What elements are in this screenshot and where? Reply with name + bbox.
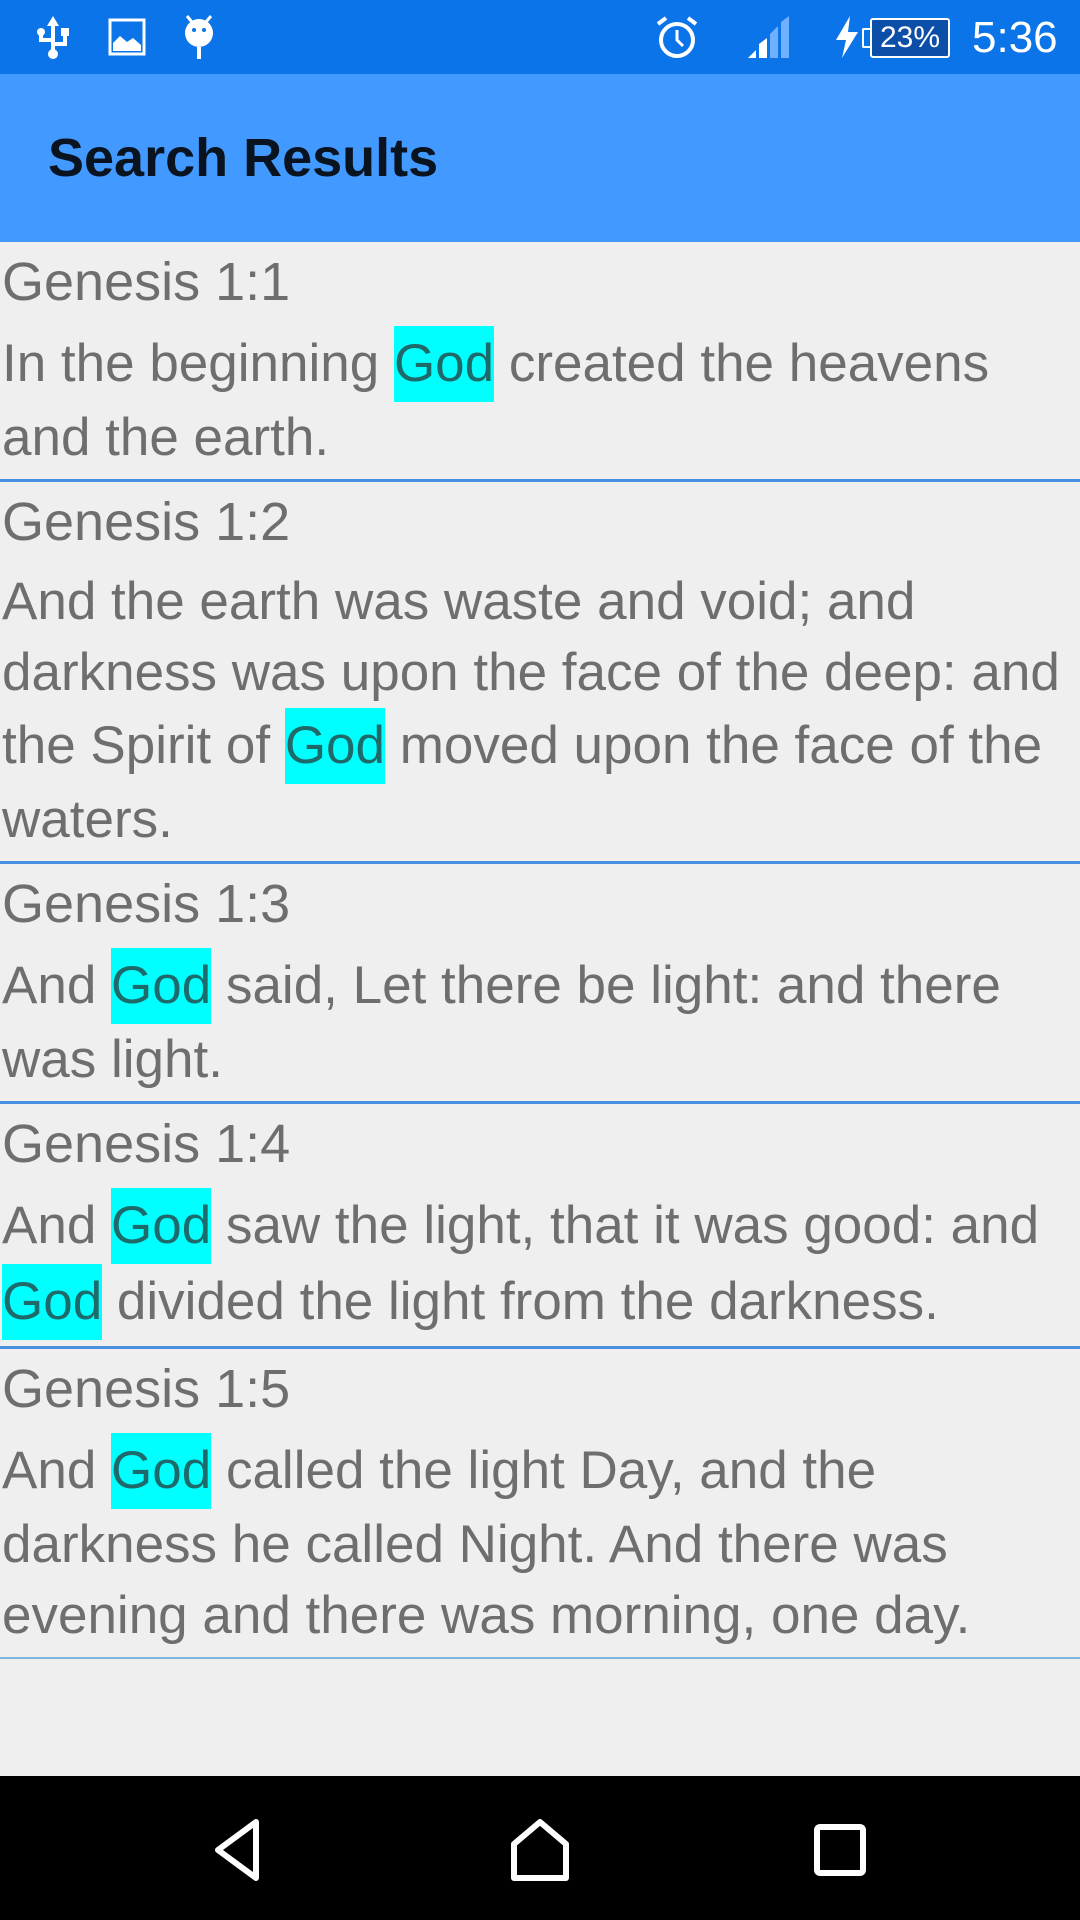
- status-bar: 23% 5:36: [0, 0, 1080, 74]
- verse-text: In the beginning God created the heavens…: [0, 314, 1080, 473]
- search-results-list[interactable]: Genesis 1:1 In the beginning God created…: [0, 242, 1080, 1776]
- verse-text: And God called the light Day, and the da…: [0, 1421, 1080, 1651]
- battery-indicator: 23%: [870, 18, 950, 58]
- verse-segment: And: [2, 1196, 112, 1255]
- verse-reference: Genesis 1:2: [2, 492, 291, 552]
- search-highlight: God: [111, 1188, 212, 1264]
- verse-reference: Genesis 1:3: [2, 874, 291, 934]
- alarm-icon: [652, 14, 702, 60]
- page-title: Search Results: [48, 128, 439, 188]
- back-button[interactable]: [200, 1810, 280, 1890]
- verse-text: And God saw the light, that it was good:…: [0, 1176, 1080, 1340]
- result-item[interactable]: Genesis 1:5 And God called the light Day…: [0, 1349, 1080, 1659]
- search-highlight: God: [111, 948, 212, 1024]
- verse-text: And the earth was waste and void; and da…: [0, 554, 1080, 855]
- charging-icon: [832, 14, 862, 60]
- result-item[interactable]: Genesis 1:3 And God said, Let there be l…: [0, 864, 1080, 1104]
- verse-segment: divided the light from the darkness.: [102, 1272, 939, 1331]
- verse-segment: saw the light, that it was good: and: [211, 1196, 1040, 1255]
- clock: 5:36: [972, 13, 1058, 62]
- image-icon: [104, 14, 150, 60]
- navigation-bar: [0, 1776, 1080, 1920]
- verse-segment: And: [2, 1441, 112, 1500]
- search-highlight: God: [284, 708, 385, 784]
- android-debug-icon: [176, 14, 222, 60]
- verse-reference: Genesis 1:5: [2, 1359, 291, 1419]
- verse-text: And God said, Let there be light: and th…: [0, 936, 1080, 1095]
- verse-segment: And: [2, 956, 112, 1015]
- usb-icon: [30, 14, 76, 60]
- home-button[interactable]: [500, 1810, 580, 1890]
- battery-terminal: [862, 28, 870, 48]
- recents-button[interactable]: [800, 1810, 880, 1890]
- verse-reference: Genesis 1:4: [2, 1114, 291, 1174]
- app-bar: Search Results: [0, 74, 1080, 242]
- result-item[interactable]: Genesis 1:2 And the earth was waste and …: [0, 482, 1080, 864]
- verse-segment: In the beginning: [2, 334, 394, 393]
- recents-icon: [814, 1824, 866, 1876]
- search-highlight: God: [111, 1433, 212, 1509]
- signal-icon: [744, 14, 794, 60]
- verse-reference: Genesis 1:1: [2, 252, 291, 312]
- search-highlight: God: [393, 326, 495, 402]
- back-icon: [215, 1819, 259, 1881]
- result-item[interactable]: Genesis 1:4 And God saw the light, that …: [0, 1104, 1080, 1349]
- home-icon: [511, 1819, 569, 1881]
- result-item[interactable]: Genesis 1:1 In the beginning God created…: [0, 242, 1080, 482]
- search-highlight: God: [2, 1264, 103, 1340]
